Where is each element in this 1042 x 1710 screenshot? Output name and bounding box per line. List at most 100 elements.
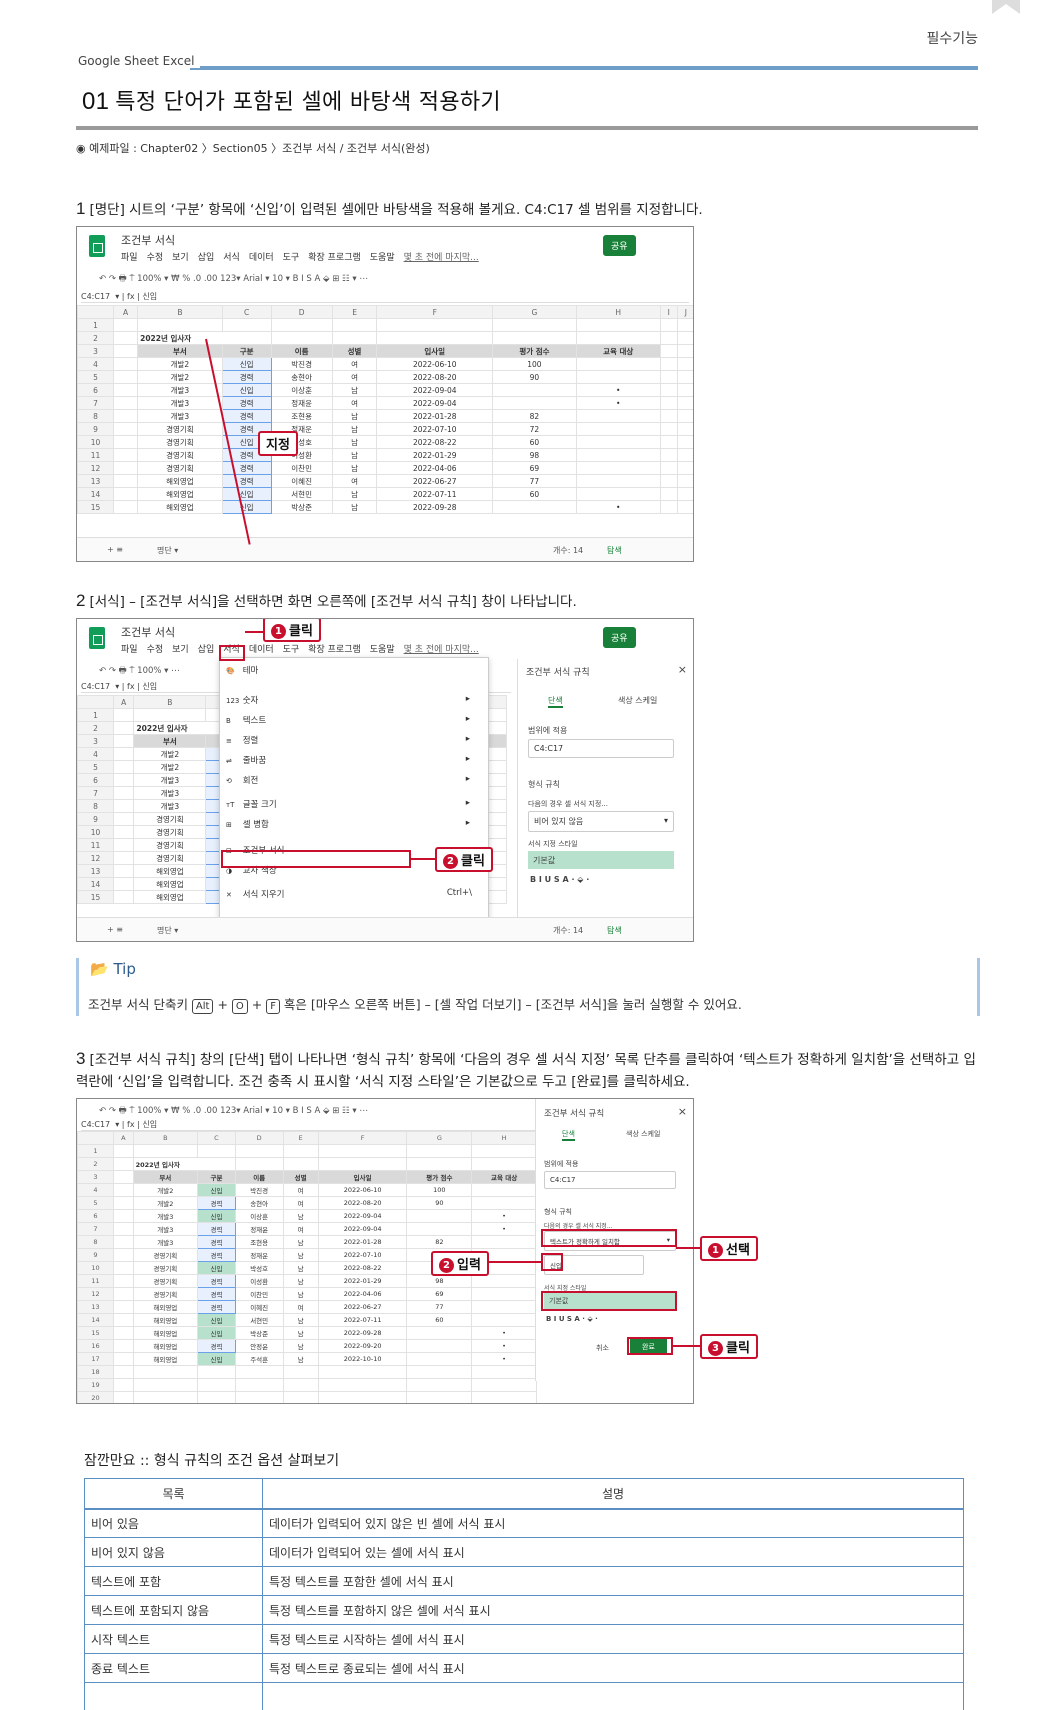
cell[interactable]: 2022-04-06 bbox=[317, 1287, 408, 1301]
cell[interactable]: 남 bbox=[282, 1352, 319, 1366]
format-menu-item[interactable]: ≡ 정렬 ▸ bbox=[226, 734, 476, 746]
cell[interactable]: 이상훈 bbox=[234, 1209, 284, 1223]
table-header-cell[interactable]: 입사일 bbox=[317, 1170, 408, 1184]
cell[interactable]: 이상훈 bbox=[270, 383, 333, 397]
toolbar[interactable]: ↶ ↷ 🖶 ⍑ 100% ▾ ₩ % .0 .00 123▾ Arial ▾ 1… bbox=[99, 273, 368, 287]
cell[interactable]: 주석훈 bbox=[234, 1352, 284, 1366]
cell[interactable]: 2022-08-20 bbox=[317, 1196, 408, 1210]
cell[interactable]: 여 bbox=[282, 1300, 319, 1314]
cell[interactable]: 77 bbox=[406, 1300, 473, 1314]
cell[interactable]: 2022-04-06 bbox=[376, 461, 494, 475]
cell[interactable]: 2022-06-27 bbox=[317, 1300, 408, 1314]
sheet-title-cell[interactable]: 2022년 입사자 bbox=[132, 1157, 236, 1171]
cell[interactable]: • bbox=[471, 1339, 537, 1353]
cell[interactable]: 2022-09-28 bbox=[317, 1326, 408, 1340]
cell[interactable]: 개발2 bbox=[132, 1196, 199, 1210]
cell[interactable]: 2022-06-10 bbox=[317, 1183, 408, 1197]
cell[interactable]: 서현민 bbox=[270, 487, 333, 501]
column-header[interactable]: B bbox=[132, 1131, 199, 1145]
menu-item[interactable]: 수정 bbox=[147, 645, 164, 655]
cell[interactable]: 신입 bbox=[197, 1183, 236, 1197]
cell[interactable] bbox=[575, 409, 661, 423]
cell[interactable]: 개발3 bbox=[133, 799, 207, 813]
cell[interactable]: 남 bbox=[331, 461, 378, 475]
cell[interactable]: 정재운 bbox=[234, 1248, 284, 1262]
cell[interactable]: 2022-09-04 bbox=[376, 396, 494, 410]
cell[interactable]: 82 bbox=[492, 409, 577, 423]
menu-item[interactable]: 확장 프로그램 bbox=[308, 645, 361, 655]
cell[interactable]: • bbox=[575, 383, 661, 397]
cell[interactable]: 해외영업 bbox=[133, 877, 207, 891]
cell[interactable]: 2022-08-20 bbox=[376, 370, 494, 384]
cell[interactable]: 신입 bbox=[197, 1209, 236, 1223]
column-header[interactable]: B bbox=[137, 305, 223, 319]
cell[interactable]: 2022-07-11 bbox=[317, 1313, 408, 1327]
cell[interactable] bbox=[492, 383, 577, 397]
cell[interactable]: 박진경 bbox=[234, 1183, 284, 1197]
cell[interactable]: 경력 bbox=[221, 370, 272, 384]
cell[interactable]: 경력 bbox=[197, 1196, 236, 1210]
column-header[interactable]: B bbox=[133, 695, 207, 709]
share-button[interactable]: 공유 bbox=[603, 627, 636, 648]
sheet-title-cell[interactable]: 2022년 입사자 bbox=[137, 331, 272, 345]
cell[interactable]: 2022-10-10 bbox=[317, 1352, 408, 1366]
sheet-grid[interactable]: A B C D E F G H I J 1 2 2022년 입사자 3 부서 구분 이름 성별 입사일 평가 점수 교육… bbox=[77, 305, 693, 514]
cell[interactable]: 2022-06-10 bbox=[376, 357, 494, 371]
cell[interactable] bbox=[471, 1300, 537, 1314]
cell[interactable]: 이성환 bbox=[234, 1274, 284, 1288]
column-header[interactable]: A bbox=[112, 695, 135, 709]
table-header-cell[interactable]: 부서 bbox=[132, 1170, 199, 1184]
name-box[interactable]: C4:C17 bbox=[81, 292, 110, 301]
cell[interactable]: 2022-08-22 bbox=[376, 435, 494, 449]
cell[interactable]: 신입 bbox=[221, 487, 272, 501]
cell[interactable]: 남 bbox=[331, 409, 378, 423]
cell[interactable]: 서현민 bbox=[234, 1313, 284, 1327]
cell[interactable]: 개발3 bbox=[132, 1222, 199, 1236]
cell[interactable]: 신입 bbox=[197, 1313, 236, 1327]
menu-item[interactable]: 보기 bbox=[172, 253, 189, 263]
cell[interactable]: 경영기획 bbox=[137, 448, 223, 462]
cell[interactable]: 안정윤 bbox=[234, 1339, 284, 1353]
range-field[interactable]: C4:C17 bbox=[528, 739, 674, 758]
cell[interactable]: 여 bbox=[282, 1222, 319, 1236]
cell[interactable] bbox=[575, 422, 661, 436]
cell[interactable]: 이혜진 bbox=[270, 474, 333, 488]
cell[interactable]: 남 bbox=[282, 1248, 319, 1262]
tab-solid[interactable]: 단색 bbox=[562, 1129, 575, 1141]
menu-item[interactable]: 도움말 bbox=[370, 253, 395, 263]
cell[interactable]: 해외영업 bbox=[132, 1313, 199, 1327]
cell[interactable]: 77 bbox=[492, 474, 577, 488]
cell[interactable]: 개발3 bbox=[133, 773, 207, 787]
style-toolbar[interactable]: B I U S A · ⬙ · bbox=[530, 875, 589, 884]
column-header[interactable]: H bbox=[471, 1131, 537, 1145]
column-header[interactable]: G bbox=[492, 305, 577, 319]
cell[interactable]: 해외영업 bbox=[133, 864, 207, 878]
table-header-cell[interactable]: 입사일 bbox=[376, 344, 494, 358]
menu-item[interactable]: 삽입 bbox=[198, 645, 215, 655]
cell[interactable]: 개발2 bbox=[133, 747, 207, 761]
cell[interactable]: 2022-09-04 bbox=[317, 1222, 408, 1236]
cell[interactable]: • bbox=[575, 396, 661, 410]
cell[interactable]: 경영기획 bbox=[137, 422, 223, 436]
cell[interactable] bbox=[471, 1183, 537, 1197]
cell[interactable]: 2022-01-29 bbox=[376, 448, 494, 462]
format-menu-item[interactable]: ⟲ 회전 ▸ bbox=[226, 774, 476, 786]
cell[interactable]: 2022-09-04 bbox=[317, 1209, 408, 1223]
cell[interactable] bbox=[471, 1287, 537, 1301]
cell[interactable]: 여 bbox=[282, 1183, 319, 1197]
cell[interactable]: 남 bbox=[282, 1313, 319, 1327]
cell[interactable] bbox=[471, 1235, 537, 1249]
cell[interactable]: 개발3 bbox=[132, 1235, 199, 1249]
cell[interactable] bbox=[492, 396, 577, 410]
cell[interactable]: 여 bbox=[331, 370, 378, 384]
cell[interactable]: 여 bbox=[331, 396, 378, 410]
cell[interactable]: 2022-01-29 bbox=[317, 1274, 408, 1288]
cell[interactable] bbox=[471, 1313, 537, 1327]
column-header[interactable]: C bbox=[221, 305, 272, 319]
table-header-cell[interactable]: 평가 점수 bbox=[492, 344, 577, 358]
cell[interactable]: 경영기획 bbox=[132, 1248, 199, 1262]
column-header[interactable]: I bbox=[659, 305, 678, 319]
cell[interactable]: • bbox=[471, 1209, 537, 1223]
cell[interactable]: 개발2 bbox=[137, 370, 223, 384]
cell[interactable]: 신입 bbox=[197, 1326, 236, 1340]
